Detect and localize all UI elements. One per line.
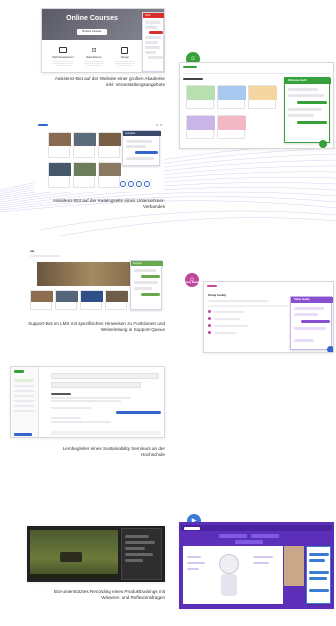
screenshot-academy-website: Online Courses Browse Courses Web Develo…: [41, 8, 165, 73]
hero-title: Online Courses: [66, 15, 118, 22]
chat-header: Chat: [143, 13, 164, 18]
top-toolbar: [181, 525, 332, 531]
caption-catalog-bot: Assistenz-Bot auf der Katalogseite eines…: [52, 198, 165, 210]
chat-header: Assistant: [123, 131, 161, 136]
browse-courses-button[interactable]: Browse Courses: [77, 29, 107, 35]
chatbot-window[interactable]: [121, 528, 162, 580]
screenshot-recording-interface: [179, 522, 334, 609]
chatbot-window[interactable]: Welcome back!: [284, 77, 331, 143]
toolbar-icons[interactable]: [120, 180, 154, 188]
tile-design[interactable]: Design: [112, 46, 138, 70]
caption-learning-companion: Lernbegleiter eines Sustainability Semin…: [62, 446, 165, 458]
chat-header: Welcome back!: [285, 78, 331, 84]
chat-header: Support: [131, 261, 163, 266]
brand-logo: Idu: [30, 249, 35, 253]
tile-label: Design: [120, 56, 130, 59]
chat-launcher-button[interactable]: [319, 140, 327, 148]
screenshot-catalog-page: Assistant: [34, 122, 164, 192]
screenshot-study-buddy: Study buddy Study buddy: [203, 281, 334, 353]
chatbot-window[interactable]: Support: [130, 260, 163, 310]
tag-label: Study Buddy: [184, 281, 200, 284]
screenshot-learning-bot-dashboard: Welcome back!: [179, 62, 334, 149]
screenshot-product-training-recording: [27, 526, 165, 582]
chatbot-window[interactable]: [306, 546, 331, 604]
sidebar: [11, 367, 39, 437]
caption-recording-bot: Bot-unterstütztes Recording eines Produk…: [53, 589, 165, 601]
screenshot-lms: Idu Support: [27, 248, 165, 314]
video-player[interactable]: [30, 530, 118, 578]
chatbot-window[interactable]: Study buddy: [290, 296, 333, 350]
chatbot-window[interactable]: Chat: [142, 12, 164, 72]
laptop-icon: [59, 47, 67, 53]
caption-lms-support-bot: Support-Bot im LMS mit spezifischen Hinw…: [28, 321, 165, 333]
caption-academy-bot: Assistenz-Bot auf der Website einer groß…: [54, 76, 165, 88]
tile-label: Data Science: [86, 56, 102, 59]
video-stage[interactable]: [183, 546, 283, 604]
screenshot-sustainability-seminar: [10, 366, 165, 438]
pi-icon: π: [91, 46, 97, 54]
chat-header: Study buddy: [291, 297, 333, 303]
robot-tag-pink: ☺: [185, 273, 199, 287]
page-title: Study buddy: [208, 293, 227, 297]
tile-web-development[interactable]: Web Development: [50, 46, 76, 70]
presenter-video: [284, 546, 304, 586]
tile-label: Web Development: [52, 56, 74, 59]
tile-data-science[interactable]: π Data Science: [81, 46, 107, 70]
chat-launcher-button[interactable]: [327, 346, 333, 352]
chatbot-window[interactable]: Assistant: [122, 130, 161, 166]
design-icon: [121, 47, 128, 54]
